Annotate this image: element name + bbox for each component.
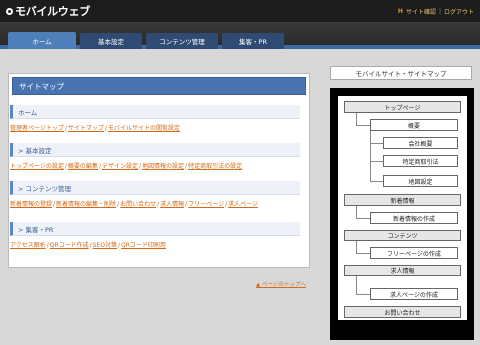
link-seo[interactable]: SEO対策	[93, 242, 117, 249]
logout-link[interactable]: ログアウト	[444, 7, 474, 16]
tab-home[interactable]: ホーム	[8, 32, 76, 49]
tree-line	[356, 241, 357, 253]
page-top-link[interactable]: ▲ ページのトップへ	[256, 280, 306, 288]
tree-line	[370, 181, 383, 182]
link-access-analysis[interactable]: アクセス解析	[10, 242, 46, 249]
section-marketing-pr: > 集客・PR アクセス解析/QRコード作成/SEO対策/QRコード印刷用	[10, 222, 300, 249]
tab-basic-settings[interactable]: 基本設定	[80, 33, 142, 49]
node-news[interactable]: 新着情報	[344, 194, 461, 206]
tree-line	[370, 131, 371, 182]
link-admin-top[interactable]: 管理者ページトップ	[10, 125, 64, 132]
node-map-settings[interactable]: 地図設定	[383, 175, 458, 187]
link-inquiry[interactable]: お問い合わせ	[120, 201, 156, 208]
node-content[interactable]: コンテンツ	[344, 230, 461, 241]
tab-content-management[interactable]: コンテンツ管理	[146, 33, 218, 49]
tab-bar: ホーム 基本設定 コンテンツ管理 集客・PR	[0, 22, 480, 49]
section-links: 管理者ページトップ/サイトマップ/モバイルサイトの閲覧設定	[10, 125, 180, 132]
header-links: H サイト確認 | ログアウト	[398, 7, 474, 16]
node-top-page[interactable]: トップページ	[344, 101, 461, 113]
tree-line	[356, 113, 357, 125]
link-jobs[interactable]: 求人情報	[160, 201, 184, 208]
section-links: トップページの設定/概要の編集/デザイン設定/地図情報の設定/特定商取引法の設定	[10, 163, 243, 170]
tree-line	[356, 294, 370, 295]
mobile-sitemap-title: モバイルサイト・サイトマップ	[330, 66, 472, 80]
node-news-create[interactable]: 新着情報の作成	[370, 212, 458, 224]
tree-line	[356, 276, 357, 294]
node-inquiry[interactable]: お問い合わせ	[344, 306, 461, 318]
section-links: アクセス解析/QRコード作成/SEO対策/QRコード印刷用	[10, 242, 166, 249]
tree-line	[370, 161, 383, 162]
section-title: ホーム	[10, 105, 300, 119]
logo-text: モバイルウェブ	[15, 5, 90, 18]
tab-marketing-pr[interactable]: 集客・PR	[222, 33, 284, 49]
link-news-register[interactable]: 新着情報の登録	[10, 201, 52, 208]
node-jobs[interactable]: 求人情報	[344, 265, 461, 276]
sitemap-panel-title: サイトマップ	[12, 77, 306, 95]
top-header: モバイルウェブ H サイト確認 | ログアウト	[0, 0, 480, 22]
link-commerce-law-settings[interactable]: 特定商取引法の設定	[188, 163, 242, 170]
link-top-page-settings[interactable]: トップページの設定	[10, 163, 64, 170]
link-free-page[interactable]: フリーページ	[188, 201, 224, 208]
node-free-page-create[interactable]: フリーページの作成	[370, 247, 458, 259]
section-title: > 集客・PR	[10, 222, 300, 236]
node-commerce-law[interactable]: 特定商取引法	[383, 155, 458, 167]
section-content-management: > コンテンツ管理 新着情報の登録/新着情報の編集・削除/お問い合わせ/求人情報…	[10, 181, 300, 208]
tree-line	[356, 253, 370, 254]
link-overview-edit[interactable]: 概要の編集	[68, 163, 98, 170]
home-icon: H	[397, 8, 403, 15]
logo-mark-icon	[6, 7, 13, 15]
node-company-overview[interactable]: 会社概要	[383, 137, 458, 149]
link-map-settings[interactable]: 地図情報の設定	[142, 163, 184, 170]
site-check-link[interactable]: サイト確認	[406, 7, 436, 16]
link-job-page[interactable]: 求人ページ	[228, 201, 258, 208]
section-title: > コンテンツ管理	[10, 181, 300, 195]
link-qr-print[interactable]: QRコード印刷用	[121, 242, 166, 249]
node-overview[interactable]: 概要	[370, 119, 458, 131]
site-logo[interactable]: モバイルウェブ	[6, 4, 90, 18]
section-basic-settings: > 基本設定 トップページの設定/概要の編集/デザイン設定/地図情報の設定/特定…	[10, 143, 300, 170]
link-sitemap[interactable]: サイトマップ	[68, 125, 104, 132]
link-design-settings[interactable]: デザイン設定	[102, 163, 138, 170]
node-job-page-create[interactable]: 求人ページの作成	[370, 288, 458, 300]
link-qr-create[interactable]: QRコード作成	[50, 242, 89, 249]
section-links: 新着情報の登録/新着情報の編集・削除/お問い合わせ/求人情報/フリーページ/求人…	[10, 201, 258, 208]
link-news-edit[interactable]: 新着情報の編集・削除	[56, 201, 116, 208]
section-title: > 基本設定	[10, 143, 300, 157]
link-separator: |	[438, 8, 441, 15]
tree-line	[356, 125, 370, 126]
tree-line	[370, 143, 383, 144]
link-mobile-view-settings[interactable]: モバイルサイトの閲覧設定	[108, 125, 180, 132]
tree-line	[356, 206, 357, 218]
tree-line	[356, 218, 370, 219]
section-home: ホーム 管理者ページトップ/サイトマップ/モバイルサイトの閲覧設定	[10, 105, 300, 132]
